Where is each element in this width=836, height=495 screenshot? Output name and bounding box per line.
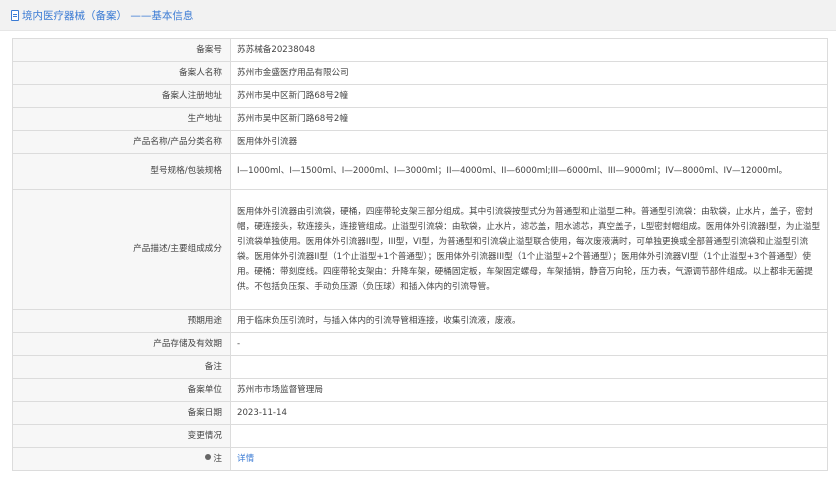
field-value: 苏州市吴中区新门路68号2幢 [230,84,828,108]
table-row: 变更情况 [12,424,828,448]
table-row: 备案人注册地址 苏州市吴中区新门路68号2幢 [12,84,828,108]
field-label: 备案号 [12,38,231,62]
field-label: 产品描述/主要组成成分 [12,189,231,310]
field-label: 备案人注册地址 [12,84,231,108]
table-row: 预期用途 用于临床负压引流时，与插入体内的引流导管相连接，收集引流液，废液。 [12,309,828,333]
field-value: 苏州市金盛医疗用品有限公司 [230,61,828,85]
table-row: 产品存储及有效期 - [12,332,828,356]
field-label: 备案日期 [12,401,231,425]
field-value: 苏州市市场监督管理局 [230,378,828,402]
field-value: 医用体外引流器由引流袋，硬桶，四座带轮支架三部分组成。其中引流袋按型式分为普通型… [230,189,828,310]
field-label: 型号规格/包装规格 [12,153,231,190]
field-label: 产品存储及有效期 [12,332,231,356]
field-value: 2023-11-14 [230,401,828,425]
table-row: 备案人名称 苏州市金盛医疗用品有限公司 [12,61,828,85]
document-icon [11,10,19,21]
field-value: I—1000ml、I—1500ml、I—2000ml、I—3000ml；II—4… [230,153,828,190]
table-row: 产品名称/产品分类名称 医用体外引流器 [12,130,828,154]
table-row: 生产地址 苏州市吴中区新门路68号2幢 [12,107,828,131]
field-value: - [230,332,828,356]
field-label: 预期用途 [12,309,231,333]
basic-info-table: 备案号 苏苏械备20238048 备案人名称 苏州市金盛医疗用品有限公司 备案人… [12,38,828,471]
field-value: 用于临床负压引流时，与插入体内的引流导管相连接，收集引流液，废液。 [230,309,828,333]
field-value: 苏州市吴中区新门路68号2幢 [230,107,828,131]
field-label: 变更情况 [12,424,231,448]
field-value: 医用体外引流器 [230,130,828,154]
info-table-container: 备案号 苏苏械备20238048 备案人名称 苏州市金盛医疗用品有限公司 备案人… [12,38,828,471]
table-row: 注 详情 [12,447,828,471]
table-row: 备案单位 苏州市市场监督管理局 [12,378,828,402]
field-label: 生产地址 [12,107,231,131]
table-row: 备案号 苏苏械备20238048 [12,38,828,62]
field-label: 产品名称/产品分类名称 [12,130,231,154]
field-value: 苏苏械备20238048 [230,38,828,62]
page-header: 境内医疗器械（备案） ——基本信息 [0,0,836,31]
details-link[interactable]: 详情 [237,454,254,464]
field-label: 备案单位 [12,378,231,402]
field-value: 详情 [230,447,828,471]
info-dot-icon [205,454,212,460]
table-row: 型号规格/包装规格 I—1000ml、I—1500ml、I—2000ml、I—3… [12,153,828,190]
field-value [230,424,828,448]
field-label: 备注 [12,355,231,379]
note-label-cell: 注 [12,447,231,471]
field-label: 备案人名称 [12,61,231,85]
table-row: 备注 [12,355,828,379]
field-label: 注 [213,453,222,464]
page-title: 境内医疗器械（备案） ——基本信息 [22,10,194,22]
field-value [230,355,828,379]
table-row: 产品描述/主要组成成分 医用体外引流器由引流袋，硬桶，四座带轮支架三部分组成。其… [12,189,828,310]
table-row: 备案日期 2023-11-14 [12,401,828,425]
